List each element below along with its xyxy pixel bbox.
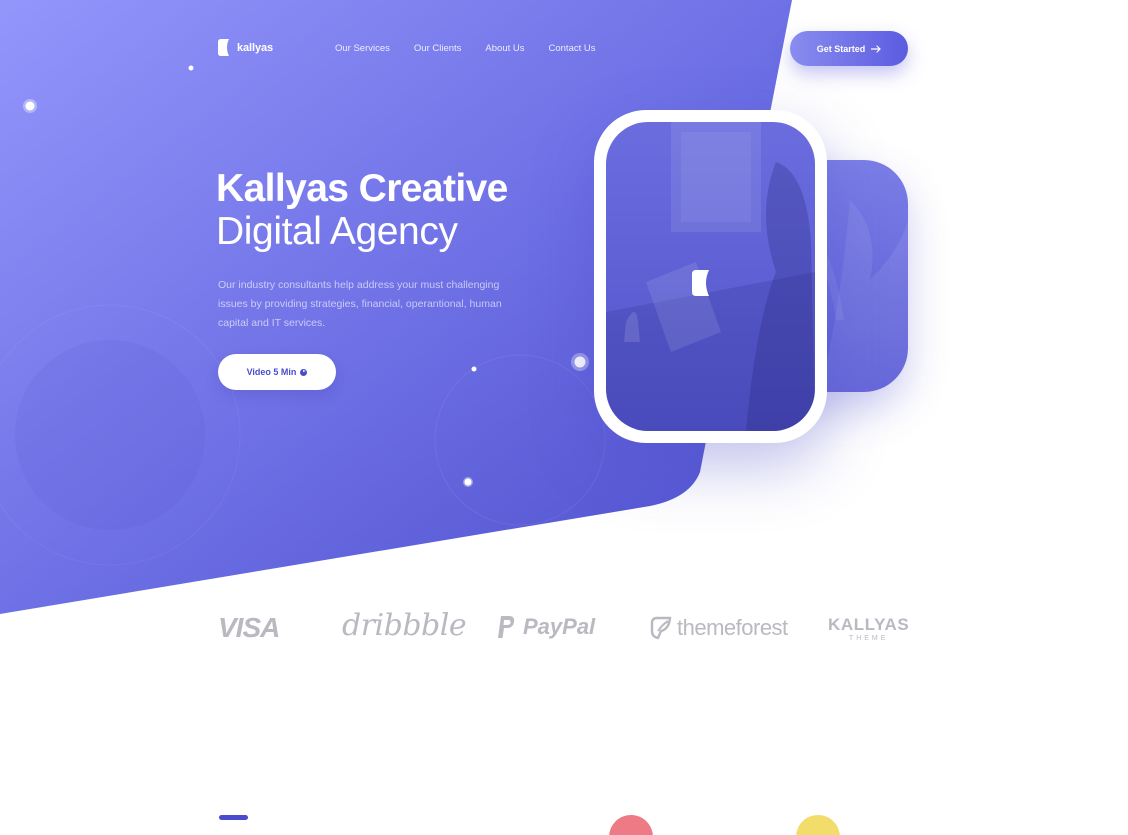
phone-card-front <box>594 110 827 443</box>
hero-background <box>0 0 792 614</box>
dribbble-logo: dribbble <box>342 608 467 643</box>
section-accent-bar <box>219 815 248 820</box>
hero-headline: Kallyas Creative <box>216 167 508 210</box>
phone-screen-photo <box>606 122 815 431</box>
site-logo[interactable]: kallyas <box>218 39 273 56</box>
paypal-logo: PayPal <box>497 614 595 640</box>
nav-our-clients[interactable]: Our Clients <box>414 43 462 54</box>
themeforest-leaf-icon <box>650 616 672 640</box>
get-started-button[interactable]: Get Started <box>790 31 908 66</box>
get-started-label: Get Started <box>816 43 866 54</box>
feature-icon-circle-red <box>609 815 653 835</box>
hero-subheadline: Digital Agency <box>216 210 458 253</box>
arrow-right-icon <box>871 44 882 53</box>
themeforest-logo-text: themeforest <box>677 615 788 640</box>
nav-contact-us[interactable]: Contact Us <box>549 43 596 54</box>
feature-icon-circle-yellow <box>796 815 840 835</box>
workspace-photo-overlay <box>606 122 815 431</box>
kallyas-theme-name: KALLYAS <box>828 615 910 634</box>
kallyas-k-logo-icon <box>218 39 229 56</box>
play-icon <box>300 368 308 376</box>
video-button[interactable]: Video 5 Min <box>218 354 336 390</box>
themeforest-logo: themeforest <box>648 615 788 641</box>
nav-our-services[interactable]: Our Services <box>335 43 390 54</box>
visa-logo: VISA <box>218 612 280 643</box>
main-nav: Our Services Our Clients About Us Contac… <box>335 43 596 54</box>
paypal-p-icon <box>498 616 515 638</box>
nav-about-us[interactable]: About Us <box>485 43 524 54</box>
kallyas-theme-logo: KALLYAS THEME <box>828 616 909 643</box>
video-button-label: Video 5 Min <box>246 367 297 377</box>
logo-text: kallyas <box>237 41 274 54</box>
kallyas-theme-sub: THEME <box>848 635 889 642</box>
hero-description: Our industry consultants help address yo… <box>218 279 502 329</box>
paypal-logo-text: PayPal <box>523 614 596 639</box>
